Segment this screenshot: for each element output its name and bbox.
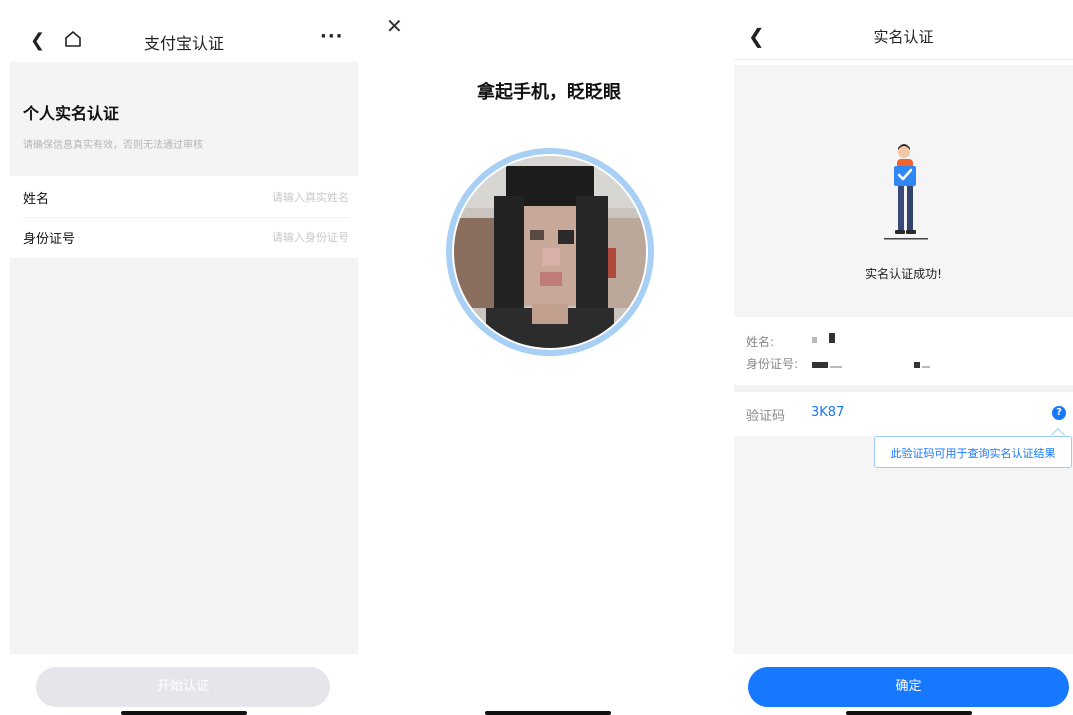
page-title: 实名认证 xyxy=(873,28,934,46)
masked-id-number xyxy=(914,362,920,368)
name-field-label: 姓名 xyxy=(23,192,50,207)
screenshot-stage: ❮ 支付宝认证 ··· 个人实名认证 请确保信息真实有效，否则无法通过审核 姓名… xyxy=(0,0,1073,715)
close-icon[interactable]: ✕ xyxy=(386,14,403,38)
id-number-label: 身份证号: xyxy=(746,357,799,371)
tooltip-text: 此验证码可用于查询实名认证结果 xyxy=(890,447,1056,460)
home-indicator xyxy=(485,711,611,715)
real-name-result-screen: ❮ 实名认证 实名认证成功! 姓名: 身份证号: 验证码 3K87 ? 此验证码… xyxy=(734,0,1073,715)
home-indicator xyxy=(121,711,247,715)
alipay-auth-form-screen: ❮ 支付宝认证 ··· 个人实名认证 请确保信息真实有效，否则无法通过审核 姓名… xyxy=(10,0,358,715)
id-field-row: 身份证号 xyxy=(23,218,349,258)
verification-code-label: 验证码 xyxy=(746,409,786,424)
page-title: 支付宝认证 xyxy=(143,34,224,53)
confirm-button[interactable]: 确定 xyxy=(748,667,1069,707)
face-scan-screen: ✕ 拿起手机，眨眨眼 xyxy=(376,0,734,715)
masked-id-number xyxy=(830,366,842,368)
scan-instruction: 拿起手机，眨眨眼 xyxy=(477,82,621,103)
verification-code-value: 3K87 xyxy=(811,405,845,420)
face-capture-circle xyxy=(446,148,654,356)
nav-bar: ❮ 支付宝认证 ··· xyxy=(10,18,358,62)
masked-id-number xyxy=(812,362,828,368)
section-subtitle: 请确保信息真实有效，否则无法通过审核 xyxy=(23,140,203,151)
start-auth-button[interactable]: 开始认证 xyxy=(36,667,330,707)
more-icon[interactable]: ··· xyxy=(320,26,344,47)
id-field-label: 身份证号 xyxy=(23,232,76,247)
name-label: 姓名: xyxy=(746,335,775,349)
question-circle-icon[interactable]: ? xyxy=(1052,406,1066,420)
person-holding-check-card-illustration xyxy=(884,144,928,240)
content-background xyxy=(734,436,1073,654)
masked-name xyxy=(829,333,835,343)
name-input[interactable] xyxy=(169,186,349,208)
success-message: 实名认证成功! xyxy=(865,267,942,281)
section-title: 个人实名认证 xyxy=(23,104,120,123)
home-indicator xyxy=(846,711,972,715)
masked-id-number xyxy=(922,366,930,368)
identity-info-card xyxy=(734,317,1073,385)
id-number-input[interactable] xyxy=(169,226,349,248)
divider xyxy=(734,385,1073,392)
name-field-row: 姓名 xyxy=(23,178,349,218)
nav-bar: ❮ 实名认证 xyxy=(734,16,1073,60)
masked-name xyxy=(812,337,817,343)
